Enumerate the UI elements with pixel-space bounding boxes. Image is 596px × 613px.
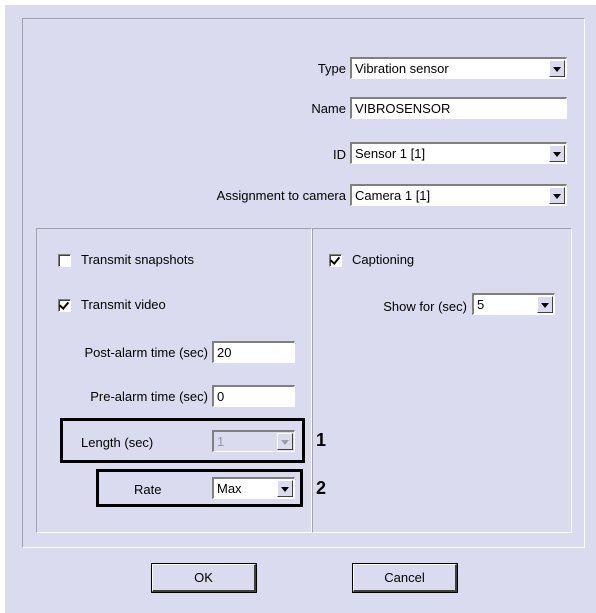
show-for-select[interactable]: 5 <box>472 293 555 315</box>
name-label: Name <box>311 101 346 116</box>
transmit-video-checkbox[interactable] <box>58 299 71 312</box>
transmit-snapshots-checkbox[interactable] <box>58 254 71 267</box>
post-alarm-input[interactable]: 20 <box>212 341 295 363</box>
dialog-window: Type Vibration sensor Name VIBROSENSOR I… <box>5 5 596 613</box>
captioning-checkbox[interactable] <box>329 254 342 267</box>
right-panel <box>312 228 572 533</box>
id-select[interactable]: Sensor 1 [1] <box>350 142 567 164</box>
camera-select-value: Camera 1 [1] <box>355 188 431 203</box>
captioning-label: Captioning <box>352 252 415 267</box>
type-select[interactable]: Vibration sensor <box>350 57 567 79</box>
pre-alarm-label: Pre-alarm time (sec) <box>90 389 208 404</box>
camera-label: Assignment to camera <box>216 188 346 203</box>
transmit-snapshots-label: Transmit snapshots <box>81 252 194 267</box>
callout-number-2: 2 <box>316 478 327 498</box>
cancel-button[interactable]: Cancel <box>353 564 457 592</box>
callout-box-rate <box>96 469 303 507</box>
callout-box-length <box>60 418 305 463</box>
ok-button[interactable]: OK <box>152 564 256 592</box>
show-for-label: Show for (sec) <box>383 299 467 314</box>
chevron-down-icon[interactable] <box>549 187 565 204</box>
id-label: ID <box>333 147 346 162</box>
pre-alarm-input[interactable]: 0 <box>212 385 295 407</box>
camera-select[interactable]: Camera 1 [1] <box>350 184 567 206</box>
callout-number-1: 1 <box>316 430 327 450</box>
show-for-select-value: 5 <box>477 297 485 312</box>
type-select-value: Vibration sensor <box>355 61 449 76</box>
chevron-down-icon[interactable] <box>549 60 565 77</box>
id-select-value: Sensor 1 [1] <box>355 146 426 161</box>
type-label: Type <box>317 61 346 76</box>
name-input[interactable]: VIBROSENSOR <box>350 97 567 119</box>
transmit-video-label: Transmit video <box>81 297 166 312</box>
chevron-down-icon[interactable] <box>537 296 553 313</box>
post-alarm-label: Post-alarm time (sec) <box>84 345 208 360</box>
chevron-down-icon[interactable] <box>549 145 565 162</box>
